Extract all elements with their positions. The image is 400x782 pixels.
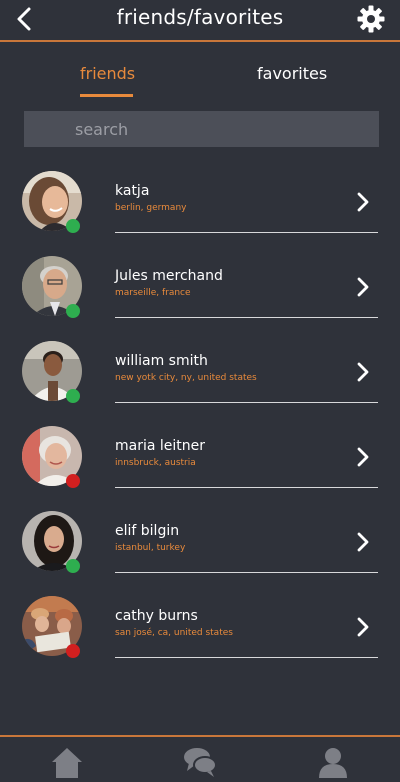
chat-icon	[184, 748, 217, 777]
search-input[interactable]	[24, 111, 379, 147]
nav-home-button[interactable]	[51, 747, 83, 782]
friend-location: berlin, germany	[115, 203, 187, 213]
friend-name: maria leitner	[115, 438, 206, 454]
status-offline-dot	[66, 644, 80, 658]
row-divider	[115, 487, 378, 488]
tab-bar: friends favorites	[0, 64, 400, 100]
profile-icon	[319, 748, 347, 778]
nav-chat-button[interactable]	[183, 747, 217, 782]
chevron-right-icon	[357, 532, 369, 552]
friend-name: elif bilgin	[115, 523, 180, 539]
chevron-right-icon	[357, 277, 369, 297]
friend-name: Jules merchand	[115, 268, 223, 284]
row-divider	[115, 657, 378, 658]
nav-profile-button[interactable]	[318, 747, 348, 782]
status-online-dot	[66, 559, 80, 573]
chevron-right-icon	[357, 192, 369, 212]
friend-name: cathy burns	[115, 608, 198, 624]
status-online-dot	[66, 389, 80, 403]
friend-row-elif-bilgin[interactable]: elif bilgin istanbul, turkey	[0, 505, 400, 590]
row-divider	[115, 572, 378, 573]
friend-row-william-smith[interactable]: william smith new yotk city, ny, united …	[0, 335, 400, 420]
friend-location: innsbruck, austria	[115, 458, 196, 468]
friend-location: istanbul, turkey	[115, 543, 186, 553]
status-offline-dot	[66, 474, 80, 488]
row-divider	[115, 232, 378, 233]
friend-location: new yotk city, ny, united states	[115, 373, 257, 383]
chevron-right-icon	[357, 447, 369, 467]
friend-location: marseille, france	[115, 288, 191, 298]
friend-location: san josé, ca, united states	[115, 628, 233, 638]
row-divider	[115, 402, 378, 403]
friend-row-maria-leitner[interactable]: maria leitner innsbruck, austria	[0, 420, 400, 505]
friend-name: katja	[115, 183, 150, 199]
friend-row-cathy-burns[interactable]: cathy burns san josé, ca, united states	[0, 590, 400, 675]
friend-row-katja[interactable]: katja berlin, germany	[0, 165, 400, 250]
active-tab-indicator	[80, 94, 133, 97]
friend-row-jules-merchand[interactable]: Jules merchand marseille, france	[0, 250, 400, 335]
chevron-right-icon	[357, 617, 369, 637]
status-online-dot	[66, 304, 80, 318]
home-icon	[52, 748, 82, 778]
top-bar: friends/favorites	[0, 0, 400, 42]
friend-name: william smith	[115, 353, 208, 369]
friends-list: katja berlin, germany Jules merchand mar…	[0, 165, 400, 675]
row-divider	[115, 317, 378, 318]
tab-friends[interactable]: friends	[80, 64, 135, 83]
gear-icon	[357, 5, 385, 33]
tab-favorites[interactable]: favorites	[257, 64, 327, 83]
settings-button[interactable]	[356, 4, 386, 34]
status-online-dot	[66, 219, 80, 233]
page-title: friends/favorites	[116, 5, 284, 29]
bottom-navigation	[0, 735, 400, 778]
chevron-right-icon	[357, 362, 369, 382]
